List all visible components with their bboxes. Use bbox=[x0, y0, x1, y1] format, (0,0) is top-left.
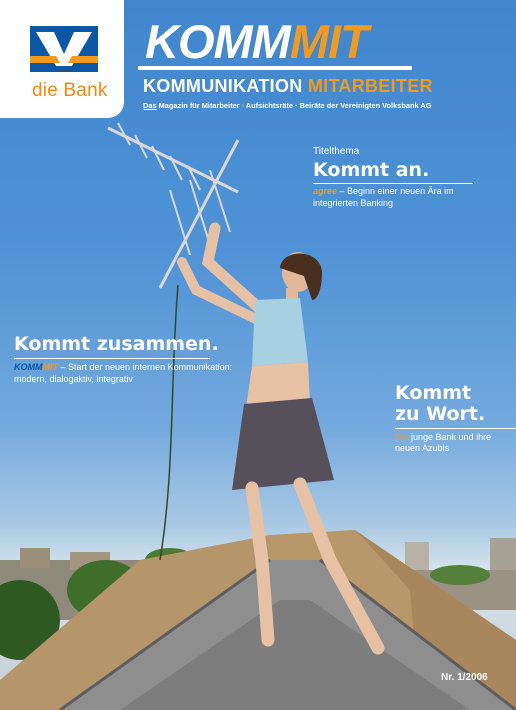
story-brand-word: Die bbox=[395, 431, 409, 442]
story-teaser: KOMMMIT – Start der neuen internen Kommu… bbox=[14, 362, 234, 385]
story-rule bbox=[395, 427, 516, 429]
story-together: Kommt zusammen. KOMMMIT – Start der neue… bbox=[14, 333, 234, 385]
title-part-2: MIT bbox=[289, 15, 369, 68]
story-headline-line-2: zu Wort. bbox=[395, 403, 486, 426]
story-teaser: agree – Beginn einer neuen Ära im integr… bbox=[313, 186, 473, 209]
volksbank-logo-icon bbox=[30, 26, 98, 72]
story-title-theme: Titelthema Kommt an. agree – Beginn eine… bbox=[313, 146, 473, 209]
issue-number: Nr. 1/2006 bbox=[441, 672, 488, 683]
subtitle-part-2: MITARBEITER bbox=[307, 76, 433, 96]
story-rule bbox=[313, 183, 473, 184]
story-brand-part-2: MIT bbox=[42, 362, 59, 372]
magazine-subtitle: KOMMUNIKATION MITARBEITER bbox=[143, 76, 433, 97]
bank-logo: die Bank bbox=[0, 0, 124, 118]
story-teaser-text: junge Bank und ihre neuen Azubis bbox=[395, 431, 492, 454]
story-headline: Kommt zusammen. bbox=[14, 333, 219, 355]
desc-rest: Magazin für Mitarbeiter · Aufsichtsräte … bbox=[156, 101, 432, 110]
title-part-1: KOMM bbox=[145, 15, 291, 68]
desc-lead: Das bbox=[143, 101, 157, 110]
magazine-description: Das Magazin für Mitarbeiter · Aufsichtsr… bbox=[143, 101, 431, 110]
story-headline-line-1: Kommt bbox=[395, 382, 472, 404]
magazine-title: KOMMMIT bbox=[145, 15, 369, 68]
logo-text: die Bank bbox=[32, 80, 108, 101]
story-brand-word: agree bbox=[313, 186, 338, 196]
subtitle-part-1: KOMMUNIKATION bbox=[143, 76, 303, 96]
title-rule bbox=[138, 66, 412, 70]
tv-antenna bbox=[107, 122, 240, 289]
story-headline: Kommt an. bbox=[313, 159, 430, 181]
magazine-cover: die Bank KOMMMIT KOMMUNIKATION MITARBEIT… bbox=[0, 0, 516, 710]
story-have-a-say: Kommt zu Wort. Die junge Bank und ihre n… bbox=[395, 382, 516, 455]
story-brand-part-1: KOMM bbox=[14, 362, 43, 372]
story-kicker: Titelthema bbox=[313, 146, 360, 157]
story-teaser: Die junge Bank und ihre neuen Azubis bbox=[395, 432, 515, 455]
story-rule bbox=[14, 358, 210, 359]
